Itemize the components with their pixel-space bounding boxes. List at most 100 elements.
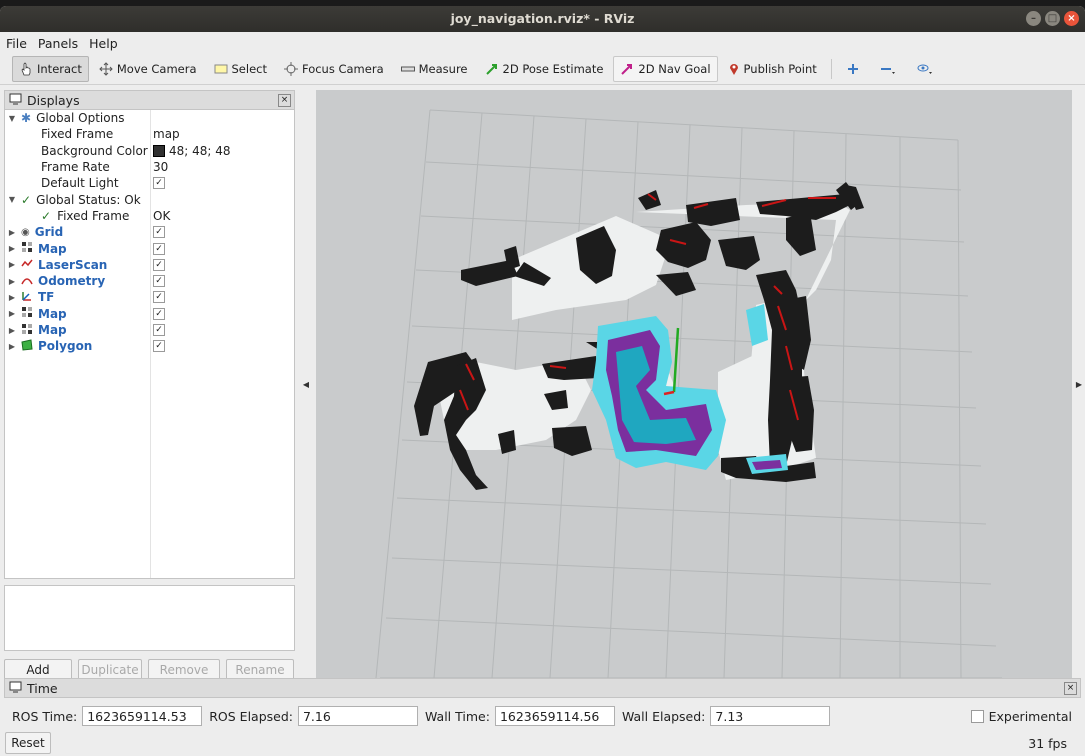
3d-render-view[interactable] bbox=[316, 90, 1072, 678]
title-bar: joy_navigation.rviz* - RViz – □ × bbox=[0, 6, 1085, 32]
expand-arrow-icon[interactable]: ▶ bbox=[7, 244, 17, 253]
tool-bar: Interact Move Camera Select Focus Camera… bbox=[0, 54, 1085, 85]
tool-publish-point[interactable]: Publish Point bbox=[721, 56, 824, 82]
hand-cursor-icon bbox=[19, 62, 33, 76]
expand-arrow-icon[interactable]: ▶ bbox=[7, 228, 17, 237]
global-status-label: Global Status: Ok bbox=[36, 192, 141, 207]
toolbar-separator bbox=[830, 59, 832, 79]
display-item-map[interactable]: ▶ Map ✓ bbox=[5, 322, 294, 338]
frame-rate-label: Frame Rate bbox=[41, 160, 110, 175]
close-time-panel-button[interactable]: × bbox=[1064, 681, 1077, 695]
view-options-button[interactable] bbox=[910, 56, 944, 82]
color-swatch[interactable] bbox=[153, 144, 165, 157]
expand-arrow-icon[interactable]: ▼ bbox=[7, 114, 17, 123]
remove-tool-button[interactable] bbox=[873, 56, 907, 82]
display-enabled-checkbox[interactable]: ✓ bbox=[153, 275, 165, 288]
tool-select[interactable]: Select bbox=[207, 56, 274, 82]
window-title: joy_navigation.rviz* - RViz bbox=[450, 11, 635, 26]
tree-row-frame-rate[interactable]: Frame Rate 30 bbox=[5, 159, 294, 175]
display-item-map[interactable]: ▶ Map ✓ bbox=[5, 240, 294, 256]
ros-time-field[interactable]: 1623659114.53 bbox=[82, 706, 203, 726]
tool-2d-nav-goal[interactable]: 2D Nav Goal bbox=[613, 56, 718, 82]
wall-time-label: Wall Time: bbox=[424, 708, 490, 724]
menu-panels[interactable]: Panels bbox=[38, 36, 78, 51]
displays-icon bbox=[9, 93, 22, 108]
display-item-odometry[interactable]: ▶ Odometry ✓ bbox=[5, 273, 294, 289]
grid-icon: ◉ bbox=[21, 226, 30, 238]
tree-row-global-options[interactable]: ▼ ✱ Global Options bbox=[5, 110, 294, 126]
close-displays-panel-button[interactable]: × bbox=[278, 93, 291, 107]
display-item-label: Odometry bbox=[38, 274, 106, 289]
background-color-value[interactable]: 48; 48; 48 bbox=[169, 144, 231, 158]
status-fixed-frame-label: Fixed Frame bbox=[57, 208, 130, 223]
goal-arrow-icon bbox=[620, 62, 634, 76]
tool-interact[interactable]: Interact bbox=[12, 56, 89, 82]
eye-icon bbox=[917, 63, 933, 75]
expand-arrow-icon[interactable]: ▶ bbox=[7, 293, 17, 302]
expand-arrow-icon[interactable]: ▶ bbox=[7, 277, 17, 286]
tf-icon bbox=[21, 290, 33, 305]
displays-panel-header: Displays × bbox=[4, 90, 295, 110]
tree-row-fixed-frame[interactable]: Fixed Frame map bbox=[5, 126, 294, 142]
expand-arrow-icon[interactable]: ▶ bbox=[7, 326, 17, 335]
display-item-map[interactable]: ▶ Map ✓ bbox=[5, 306, 294, 322]
add-tool-button[interactable] bbox=[840, 56, 870, 82]
reset-button[interactable]: Reset bbox=[5, 732, 51, 754]
experimental-checkbox[interactable] bbox=[970, 709, 984, 723]
tree-row-global-status[interactable]: ▼ ✓ Global Status: Ok bbox=[5, 191, 294, 207]
display-item-polygon[interactable]: ▶ Polygon ✓ bbox=[5, 338, 294, 354]
default-light-checkbox[interactable]: ✓ bbox=[153, 177, 165, 190]
rviz-window: joy_navigation.rviz* - RViz – □ × File P… bbox=[0, 6, 1085, 756]
tree-row-default-light[interactable]: Default Light ✓ bbox=[5, 175, 294, 191]
map-icon bbox=[21, 241, 33, 256]
minus-icon bbox=[880, 63, 896, 75]
plus-icon bbox=[847, 63, 859, 75]
display-enabled-checkbox[interactable]: ✓ bbox=[153, 226, 165, 239]
global-options-label: Global Options bbox=[36, 111, 125, 126]
frame-rate-value[interactable]: 30 bbox=[153, 160, 168, 174]
display-enabled-checkbox[interactable]: ✓ bbox=[153, 258, 165, 271]
display-item-grid[interactable]: ▶ ◉ Grid ✓ bbox=[5, 224, 294, 240]
tool-interact-label: Interact bbox=[37, 62, 82, 76]
display-item-laserscan[interactable]: ▶ LaserScan ✓ bbox=[5, 257, 294, 273]
expand-arrow-icon[interactable]: ▶ bbox=[7, 260, 17, 269]
close-window-button[interactable]: × bbox=[1064, 11, 1079, 26]
experimental-toggle[interactable]: Experimental bbox=[970, 709, 1072, 724]
expand-arrow-icon[interactable]: ▼ bbox=[7, 195, 17, 204]
display-enabled-checkbox[interactable]: ✓ bbox=[153, 307, 165, 320]
tool-focus-camera[interactable]: Focus Camera bbox=[277, 56, 391, 82]
display-enabled-checkbox[interactable]: ✓ bbox=[153, 242, 165, 255]
ros-elapsed-label: ROS Elapsed: bbox=[209, 708, 293, 724]
ruler-icon bbox=[400, 65, 415, 73]
tree-row-background-color[interactable]: Background Color 48; 48; 48 bbox=[5, 143, 294, 159]
status-row: Reset 31 fps bbox=[0, 732, 1085, 754]
tool-2d-pose-estimate[interactable]: 2D Pose Estimate bbox=[478, 56, 611, 82]
tool-measure[interactable]: Measure bbox=[394, 56, 475, 82]
right-panel-collapse-handle[interactable]: ▶ bbox=[1073, 90, 1085, 678]
minimize-button[interactable]: – bbox=[1026, 11, 1041, 26]
fixed-frame-label: Fixed Frame bbox=[41, 127, 114, 142]
menu-file[interactable]: File bbox=[6, 36, 27, 51]
menu-help[interactable]: Help bbox=[89, 36, 118, 51]
wall-elapsed-field[interactable]: 7.13 bbox=[710, 706, 831, 726]
time-panel-title: Time bbox=[27, 680, 58, 696]
background-color-label: Background Color bbox=[41, 143, 148, 158]
display-enabled-checkbox[interactable]: ✓ bbox=[153, 291, 165, 304]
fixed-frame-value[interactable]: map bbox=[153, 127, 180, 141]
tree-row-status-fixed-frame[interactable]: ✓ Fixed Frame OK bbox=[5, 208, 294, 224]
expand-arrow-icon[interactable]: ▶ bbox=[7, 309, 17, 318]
display-item-label: TF bbox=[38, 290, 55, 305]
tool-move-camera[interactable]: Move Camera bbox=[92, 56, 204, 82]
move-camera-icon bbox=[99, 62, 113, 76]
left-panel-collapse-handle[interactable]: ◀ bbox=[298, 90, 314, 678]
gear-icon: ✱ bbox=[21, 111, 32, 126]
expand-arrow-icon[interactable]: ▶ bbox=[7, 342, 17, 351]
display-enabled-checkbox[interactable]: ✓ bbox=[153, 340, 165, 353]
maximize-button[interactable]: □ bbox=[1045, 11, 1060, 26]
wall-time-field[interactable]: 1623659114.56 bbox=[494, 706, 615, 726]
display-enabled-checkbox[interactable]: ✓ bbox=[153, 324, 165, 336]
display-item-tf[interactable]: ▶ TF ✓ bbox=[5, 289, 294, 305]
laserscan-icon bbox=[21, 257, 33, 272]
ros-elapsed-field[interactable]: 7.16 bbox=[297, 706, 418, 726]
map-icon bbox=[21, 306, 33, 321]
